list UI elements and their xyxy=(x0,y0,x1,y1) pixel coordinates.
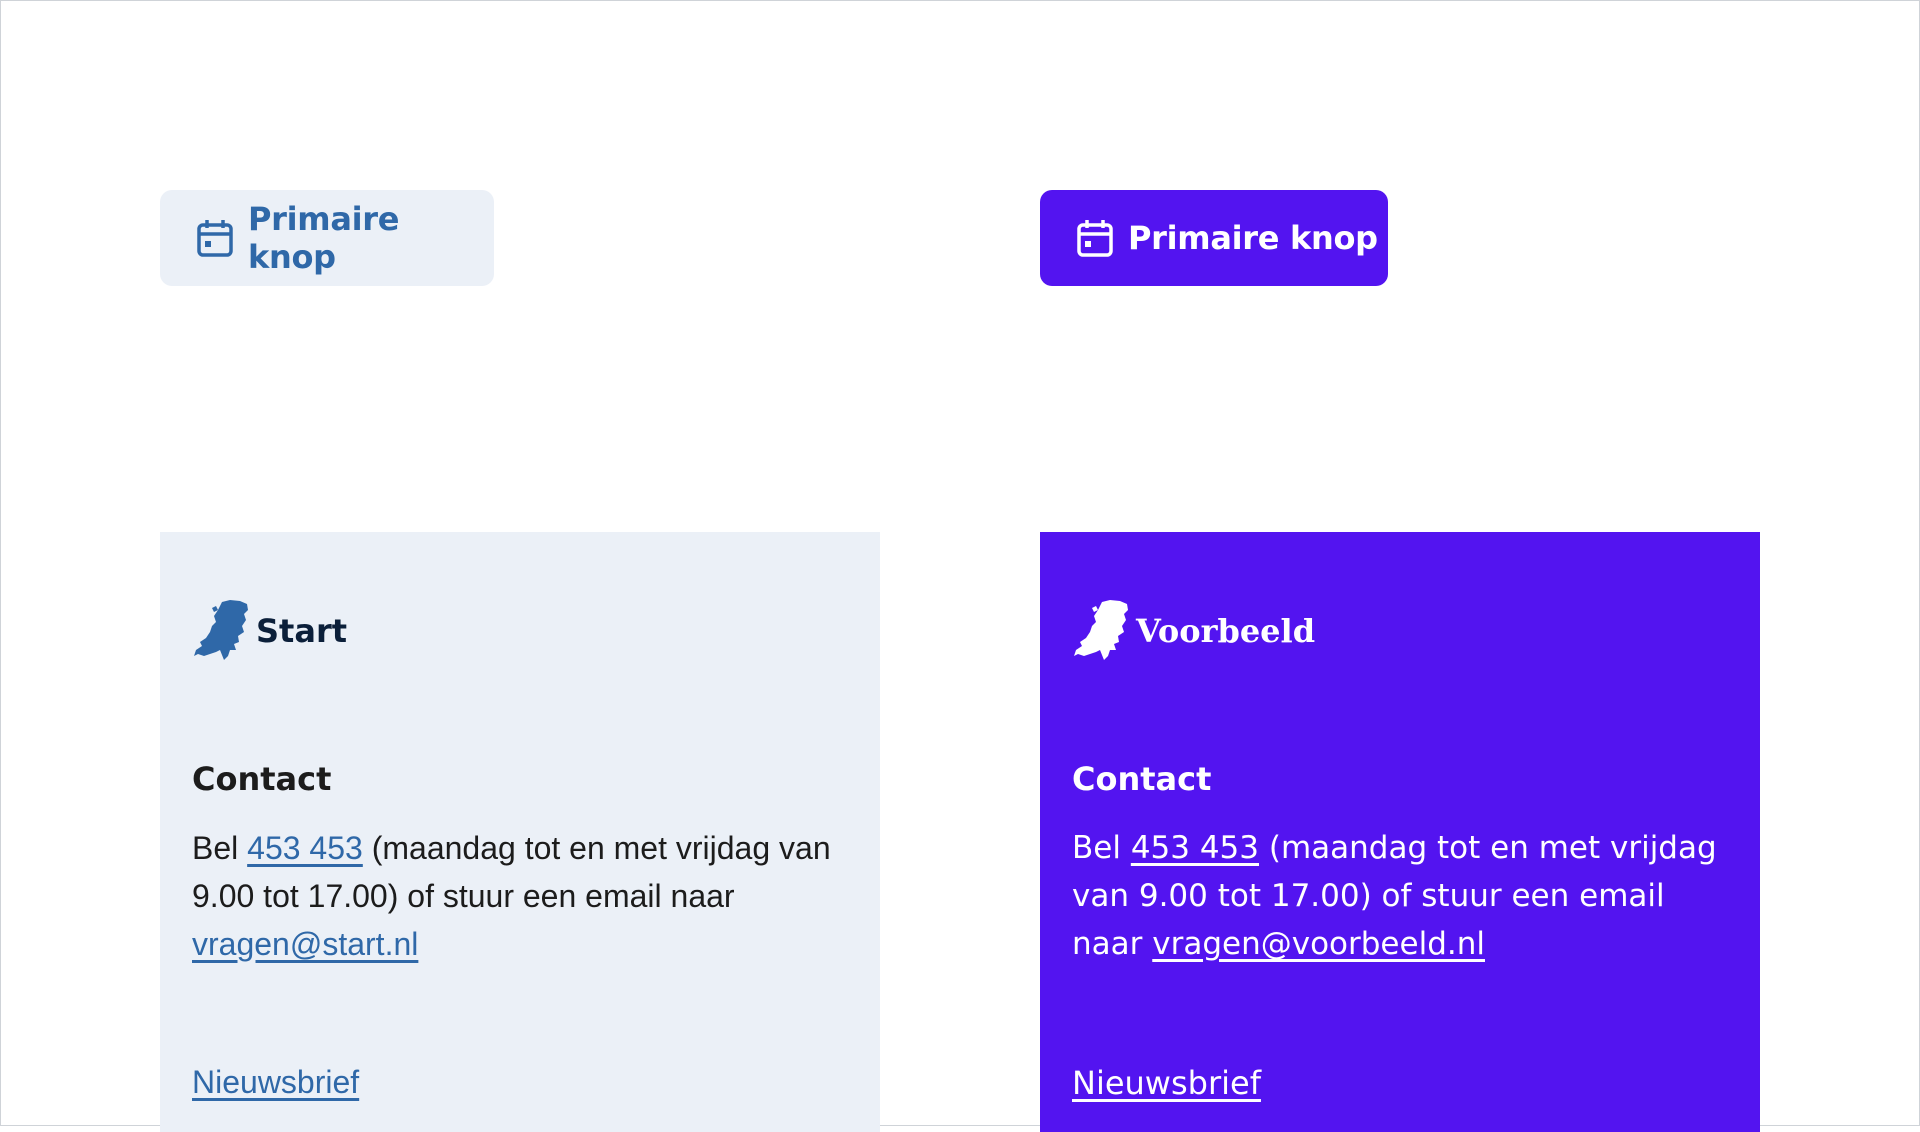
contact-heading: Contact xyxy=(192,760,332,798)
text-bel: Bel xyxy=(1072,830,1131,866)
primary-button-start[interactable]: Primaire knop xyxy=(160,190,494,286)
logo[interactable]: Voorbeeld xyxy=(1072,598,1315,664)
netherlands-map-icon xyxy=(194,600,248,660)
contact-text: Bel 453 453 (maandag tot en met vrijdag … xyxy=(192,824,862,968)
button-label: Primaire knop xyxy=(1128,219,1378,257)
newsletter-link[interactable]: Nieuwsbrief xyxy=(1072,1064,1261,1102)
logo-text: Voorbeeld xyxy=(1136,612,1316,650)
logo-text: Start xyxy=(256,612,348,650)
calendar-icon xyxy=(196,218,234,258)
phone-link[interactable]: 453 453 xyxy=(247,830,363,866)
phone-link[interactable]: 453 453 xyxy=(1131,830,1259,866)
button-label: Primaire knop xyxy=(248,200,400,276)
newsletter-link[interactable]: Nieuwsbrief xyxy=(192,1064,359,1101)
logo[interactable]: Start xyxy=(192,598,347,664)
footer-panel-voorbeeld: Voorbeeld Contact Bel 453 453 (maandag t… xyxy=(1040,532,1760,1132)
primary-button-voorbeeld[interactable]: Primaire knop xyxy=(1040,190,1388,286)
contact-heading: Contact xyxy=(1072,760,1212,798)
email-link[interactable]: vragen@voorbeeld.nl xyxy=(1152,926,1485,962)
contact-text: Bel 453 453 (maandag tot en met vrijdag … xyxy=(1072,824,1742,968)
calendar-icon xyxy=(1076,218,1114,258)
footer-panel-start: Start Contact Bel 453 453 (maandag tot e… xyxy=(160,532,880,1132)
netherlands-map-icon xyxy=(1074,600,1128,660)
email-link[interactable]: vragen@start.nl xyxy=(192,926,418,962)
text-bel: Bel xyxy=(192,830,248,866)
